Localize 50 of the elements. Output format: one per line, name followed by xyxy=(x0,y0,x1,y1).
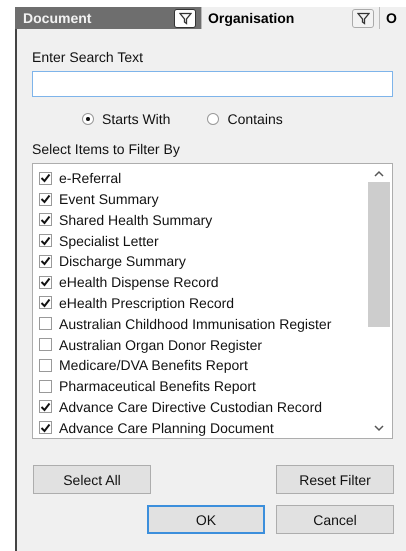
filter-icon xyxy=(178,12,192,24)
checkbox[interactable] xyxy=(39,421,52,434)
checkbox[interactable] xyxy=(39,276,52,289)
checkbox[interactable] xyxy=(39,172,52,185)
filter-button[interactable] xyxy=(174,8,196,28)
check-icon xyxy=(40,422,51,433)
item-label[interactable]: Advance Care Planning Document xyxy=(59,420,274,436)
item-label[interactable]: Shared Health Summary xyxy=(59,212,212,228)
items-label: Select Items to Filter By xyxy=(32,141,181,158)
item-label[interactable]: eHealth Dispense Record xyxy=(59,274,219,290)
checkbox[interactable] xyxy=(39,358,52,372)
item-label[interactable]: Australian Organ Donor Register xyxy=(59,336,262,352)
search-label: Enter Search Text xyxy=(32,49,144,66)
item-label[interactable]: Advance Care Directive Custodian Record xyxy=(59,398,322,415)
checkbox[interactable] xyxy=(39,192,52,206)
checkbox[interactable] xyxy=(39,213,52,226)
check-icon xyxy=(40,214,51,225)
item-label[interactable]: Medicare/DVA Benefits Report xyxy=(59,357,248,374)
checkbox[interactable] xyxy=(39,296,52,310)
dialog-button[interactable]: OK xyxy=(147,505,265,534)
radio-option[interactable]: Contains xyxy=(207,111,283,127)
item-label[interactable]: Pharmaceutical Benefits Report xyxy=(59,378,256,394)
checkbox[interactable] xyxy=(39,400,52,414)
check-icon xyxy=(40,402,51,412)
column-header[interactable]: O xyxy=(386,10,397,26)
filter-icon xyxy=(356,12,370,24)
radio-option[interactable]: Starts With xyxy=(82,111,170,127)
check-icon xyxy=(40,236,51,246)
item-label[interactable]: e-Referral xyxy=(59,170,122,186)
check-icon xyxy=(40,277,51,288)
checkbox[interactable] xyxy=(39,338,52,351)
filter-button[interactable] xyxy=(352,8,374,28)
checkbox[interactable] xyxy=(39,380,52,393)
item-label[interactable]: Australian Childhood Immunisation Register xyxy=(59,316,332,332)
dialog-button[interactable]: Select All xyxy=(33,465,151,494)
search-field[interactable] xyxy=(32,71,393,97)
check-icon xyxy=(40,173,51,184)
checkbox[interactable] xyxy=(39,317,52,330)
column-header[interactable]: Organisation xyxy=(208,10,294,26)
check-icon xyxy=(40,256,51,266)
item-label[interactable]: Event Summary xyxy=(59,191,159,208)
item-label[interactable]: Discharge Summary xyxy=(59,253,186,270)
item-label[interactable]: Specialist Letter xyxy=(59,232,159,249)
dialog-button[interactable]: Reset Filter xyxy=(276,465,394,494)
dialog-button[interactable]: Cancel xyxy=(276,505,394,534)
check-icon xyxy=(40,298,51,308)
checkbox[interactable] xyxy=(39,254,52,268)
check-icon xyxy=(40,194,51,204)
checkbox[interactable] xyxy=(39,234,52,248)
item-label[interactable]: eHealth Prescription Record xyxy=(59,294,234,311)
